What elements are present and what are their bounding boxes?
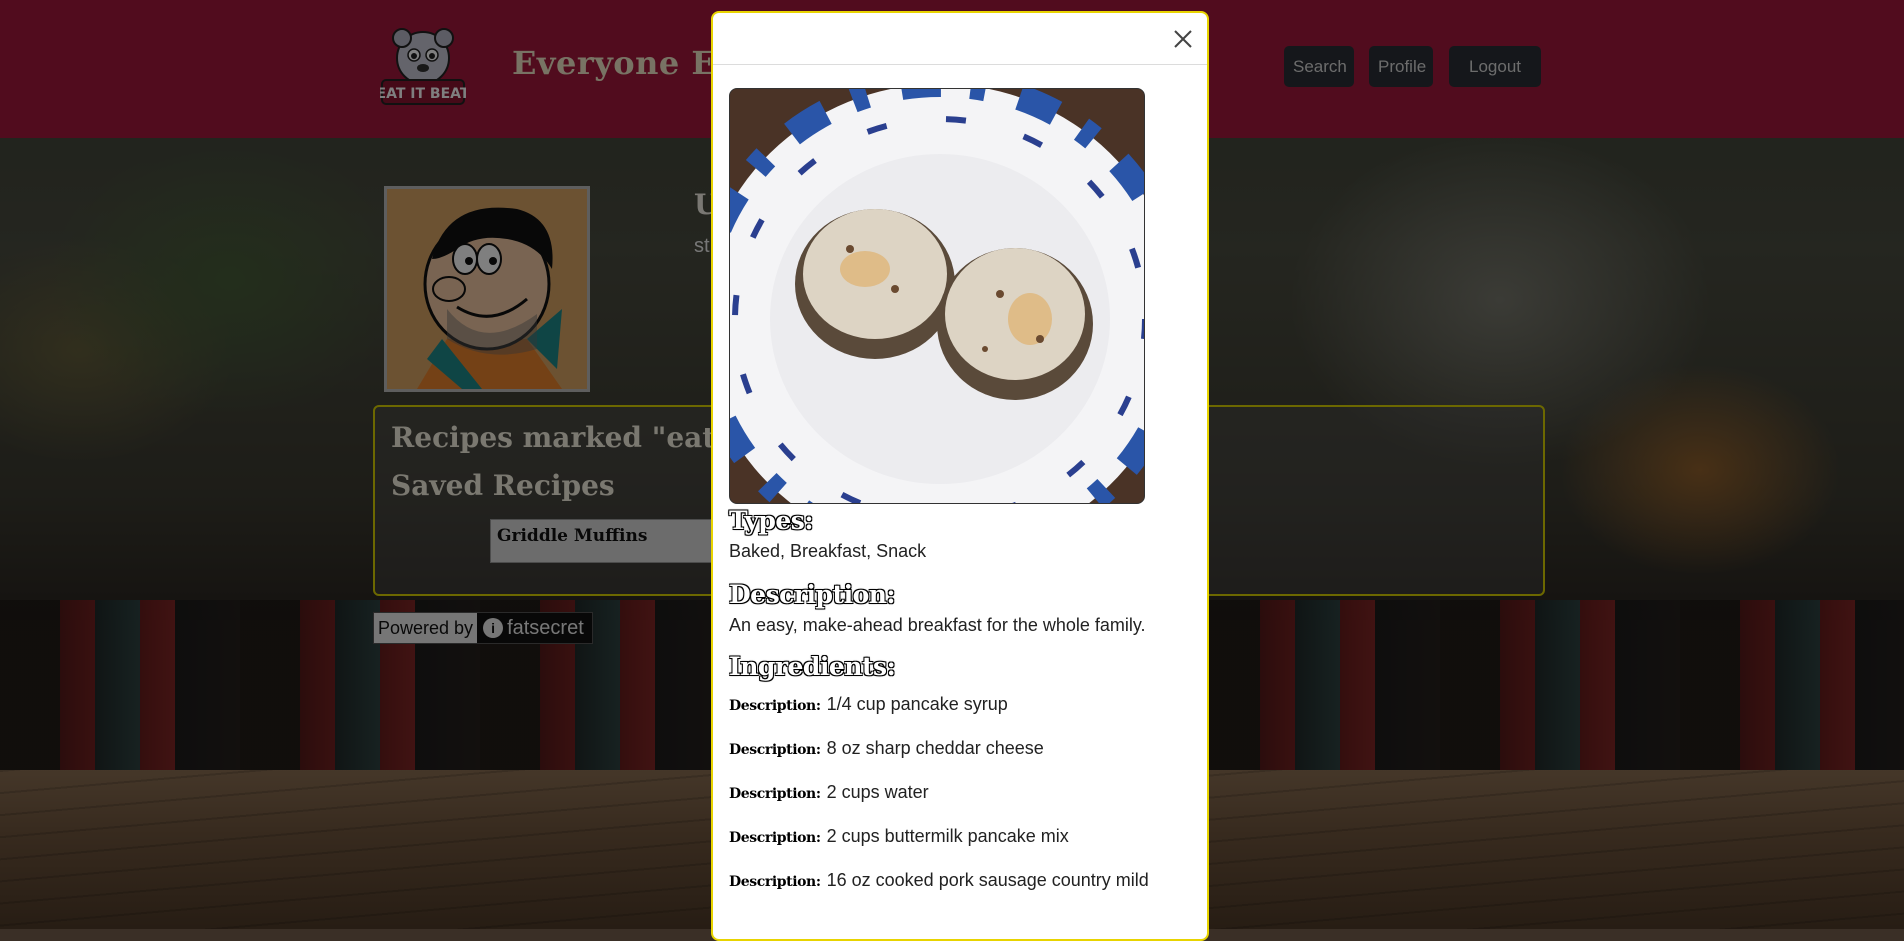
ingredient-text: 1/4 cup pancake syrup [826,694,1008,714]
close-button[interactable] [1169,25,1197,53]
ingredient-item: Description: 16 oz cooked pork sausage co… [729,865,1191,896]
ingredient-label: Description: [729,830,821,846]
ingredient-label: Description: [729,698,821,714]
modal-header [713,13,1207,65]
ingredient-item: Description: 8 oz sharp cheddar cheese [729,733,1191,764]
modal-body: Types: Baked, Breakfast, Snack Descripti… [713,65,1207,896]
description-title: Description: [729,580,896,609]
ingredient-item: Description: 2 cups water [729,777,1191,808]
ingredient-label: Description: [729,874,821,890]
ingredient-item: Description: 1/4 cup pancake syrup [729,689,1191,720]
ingredients-title: Ingredients: [729,652,896,681]
close-icon [1174,30,1192,48]
recipe-photo [729,88,1145,504]
types-title: Types: [729,506,814,535]
recipe-modal: Types: Baked, Breakfast, Snack Descripti… [711,11,1209,941]
ingredient-text: 8 oz sharp cheddar cheese [826,738,1044,758]
ingredients-list: Description: 1/4 cup pancake syrup Descri… [729,689,1191,896]
ingredient-label: Description: [729,742,821,758]
ingredient-text: 16 oz cooked pork sausage country mild [826,870,1149,890]
ingredient-text: 2 cups buttermilk pancake mix [826,826,1069,846]
ingredient-label: Description: [729,786,821,802]
description-text: An easy, make-ahead breakfast for the wh… [729,615,1146,635]
ingredient-item: Description: 2 cups buttermilk pancake mi… [729,821,1191,852]
types-text: Baked, Breakfast, Snack [729,541,927,561]
ingredient-text: 2 cups water [826,782,929,802]
